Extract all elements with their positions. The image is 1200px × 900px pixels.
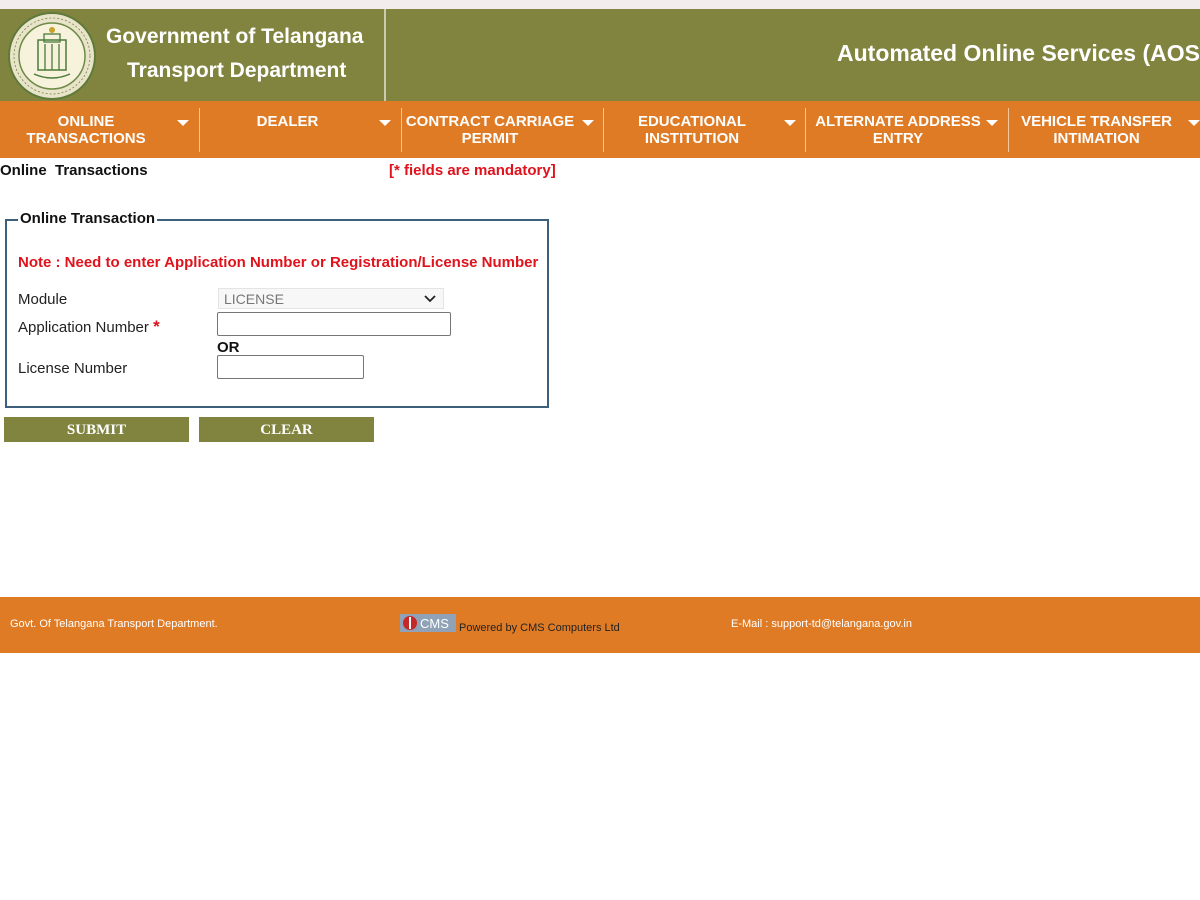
nav-label: CONTRACT CARRIAGE PERMIT [405, 113, 575, 147]
site-footer: Govt. Of Telangana Transport Department.… [0, 597, 1200, 653]
top-strip [0, 0, 1200, 9]
service-title: Automated Online Services (AOS [837, 40, 1200, 66]
license-number-label: License Number [18, 360, 128, 377]
telangana-emblem-icon [8, 12, 96, 100]
application-number-label-text: Application Number [18, 319, 149, 336]
module-label: Module [18, 291, 68, 308]
nav-online-transactions[interactable]: ONLINE TRANSACTIONS [0, 101, 199, 158]
site-header: Government of Telangana Transport Depart… [0, 9, 1200, 101]
footer-email[interactable]: E-Mail : support-td@telangana.gov.in [731, 618, 912, 630]
online-transaction-fieldset: Online Transaction Note : Need to enter … [5, 210, 549, 408]
module-select-value: LICENSE [224, 291, 284, 307]
clear-button[interactable]: CLEAR [199, 417, 374, 442]
required-mark: * [153, 317, 160, 336]
caret-down-icon [582, 120, 594, 126]
caret-down-icon [1188, 120, 1200, 126]
application-number-label: Application Number * [18, 317, 160, 337]
main-nav: ONLINE TRANSACTIONS DEALER CONTRACT CARR… [0, 101, 1200, 158]
caret-down-icon [986, 120, 998, 126]
caret-down-icon [379, 120, 391, 126]
fieldset-legend: Online Transaction [18, 210, 158, 227]
mandatory-note: [* fields are mandatory] [389, 162, 556, 179]
nav-label: VEHICLE TRANSFER INTIMATION [1021, 113, 1172, 147]
nav-educational-institution[interactable]: EDUCATIONAL INSTITUTION [604, 101, 805, 158]
logo-cell: Government of Telangana Transport Depart… [0, 9, 386, 101]
caret-down-icon [177, 120, 189, 126]
powered-by-text: Powered by CMS Computers Ltd [459, 622, 620, 634]
caret-down-icon [784, 120, 796, 126]
form-note: Note : Need to enter Application Number … [18, 254, 539, 271]
submit-button[interactable]: SUBMIT [4, 417, 189, 442]
nav-alternate-address-entry[interactable]: ALTERNATE ADDRESS ENTRY [806, 101, 1008, 158]
page-title: Online Transactions [0, 162, 148, 179]
nav-dealer[interactable]: DEALER [200, 101, 400, 158]
nav-label: EDUCATIONAL INSTITUTION [637, 113, 747, 147]
gov-title: Government of Telangana [106, 25, 364, 48]
dept-title: Transport Department [127, 59, 347, 82]
cms-logo-icon: CMS [400, 614, 456, 632]
cms-logo-text: CMS [420, 616, 449, 631]
or-separator: OR [217, 339, 240, 356]
nav-label: ONLINE TRANSACTIONS [26, 113, 146, 147]
nav-vehicle-transfer-intimation[interactable]: VEHICLE TRANSFER INTIMATION [1009, 101, 1200, 158]
nav-label: ALTERNATE ADDRESS ENTRY [815, 113, 981, 147]
chevron-down-icon [424, 295, 436, 303]
nav-label: DEALER [256, 113, 319, 130]
license-number-input[interactable] [217, 355, 364, 379]
application-number-input[interactable] [217, 312, 451, 336]
module-select[interactable]: LICENSE [218, 288, 444, 309]
nav-contract-carriage-permit[interactable]: CONTRACT CARRIAGE PERMIT [402, 101, 603, 158]
footer-dept-text: Govt. Of Telangana Transport Department. [10, 618, 218, 630]
